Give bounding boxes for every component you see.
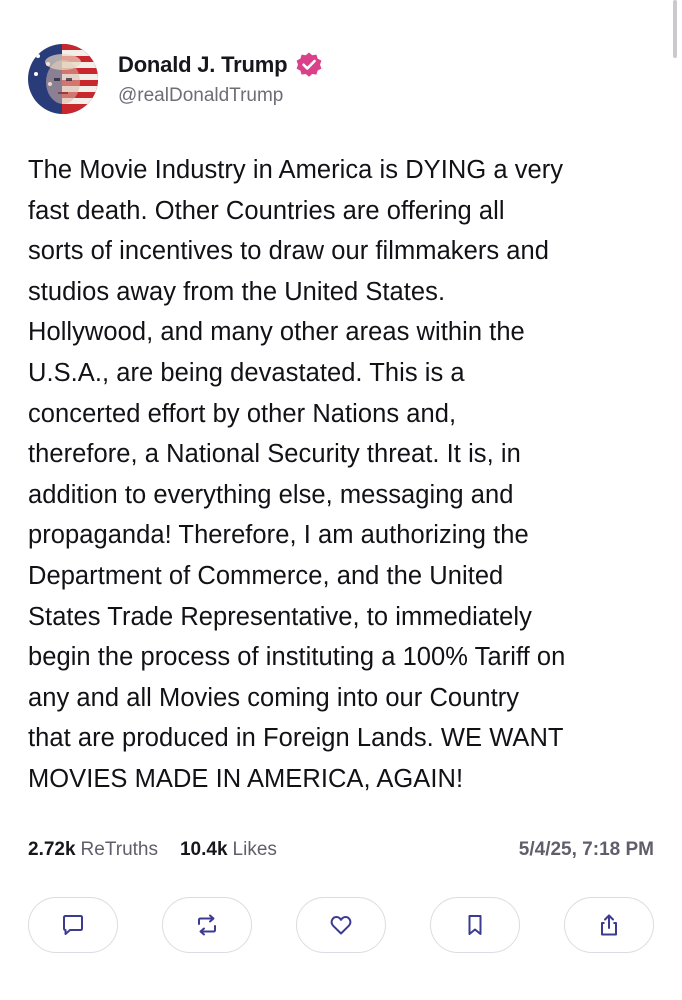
share-icon bbox=[601, 914, 617, 936]
verified-badge-icon bbox=[295, 51, 323, 79]
heart-icon bbox=[330, 915, 352, 935]
post-body-text: The Movie Industry in America is DYING a… bbox=[28, 156, 566, 793]
post-stats: 2.72k ReTruths 10.4k Likes 5/4/25, 7:18 … bbox=[28, 836, 654, 864]
reply-button[interactable] bbox=[28, 897, 118, 953]
comment-icon bbox=[63, 915, 83, 935]
share-button[interactable] bbox=[564, 897, 654, 953]
retruth-button[interactable] bbox=[162, 897, 252, 953]
author-display-name[interactable]: Donald J. Trump bbox=[118, 52, 288, 78]
retruths-stat[interactable]: 2.72k ReTruths bbox=[28, 839, 158, 861]
likes-label: Likes bbox=[232, 839, 277, 860]
bookmark-button[interactable] bbox=[430, 897, 520, 953]
post-timestamp: 5/4/25, 7:18 PM bbox=[518, 839, 654, 860]
like-button[interactable] bbox=[296, 897, 386, 953]
avatar[interactable] bbox=[28, 44, 98, 114]
action-bar bbox=[28, 897, 654, 953]
likes-stat[interactable]: 10.4k Likes bbox=[180, 839, 277, 861]
bookmark-icon bbox=[468, 915, 482, 935]
retruths-label: ReTruths bbox=[80, 839, 158, 860]
author-info: Donald J. Trump @realDonaldTrump bbox=[118, 51, 323, 107]
retruths-count: 2.72k bbox=[28, 839, 76, 860]
repost-icon bbox=[198, 914, 216, 936]
name-row: Donald J. Trump bbox=[118, 51, 323, 79]
scrollbar[interactable] bbox=[673, 0, 677, 58]
post-header: Donald J. Trump @realDonaldTrump bbox=[28, 44, 323, 114]
author-handle[interactable]: @realDonaldTrump bbox=[118, 85, 323, 107]
likes-count: 10.4k bbox=[179, 839, 228, 860]
post-page: Donald J. Trump @realDonaldTrump The Mov… bbox=[0, 0, 682, 1000]
